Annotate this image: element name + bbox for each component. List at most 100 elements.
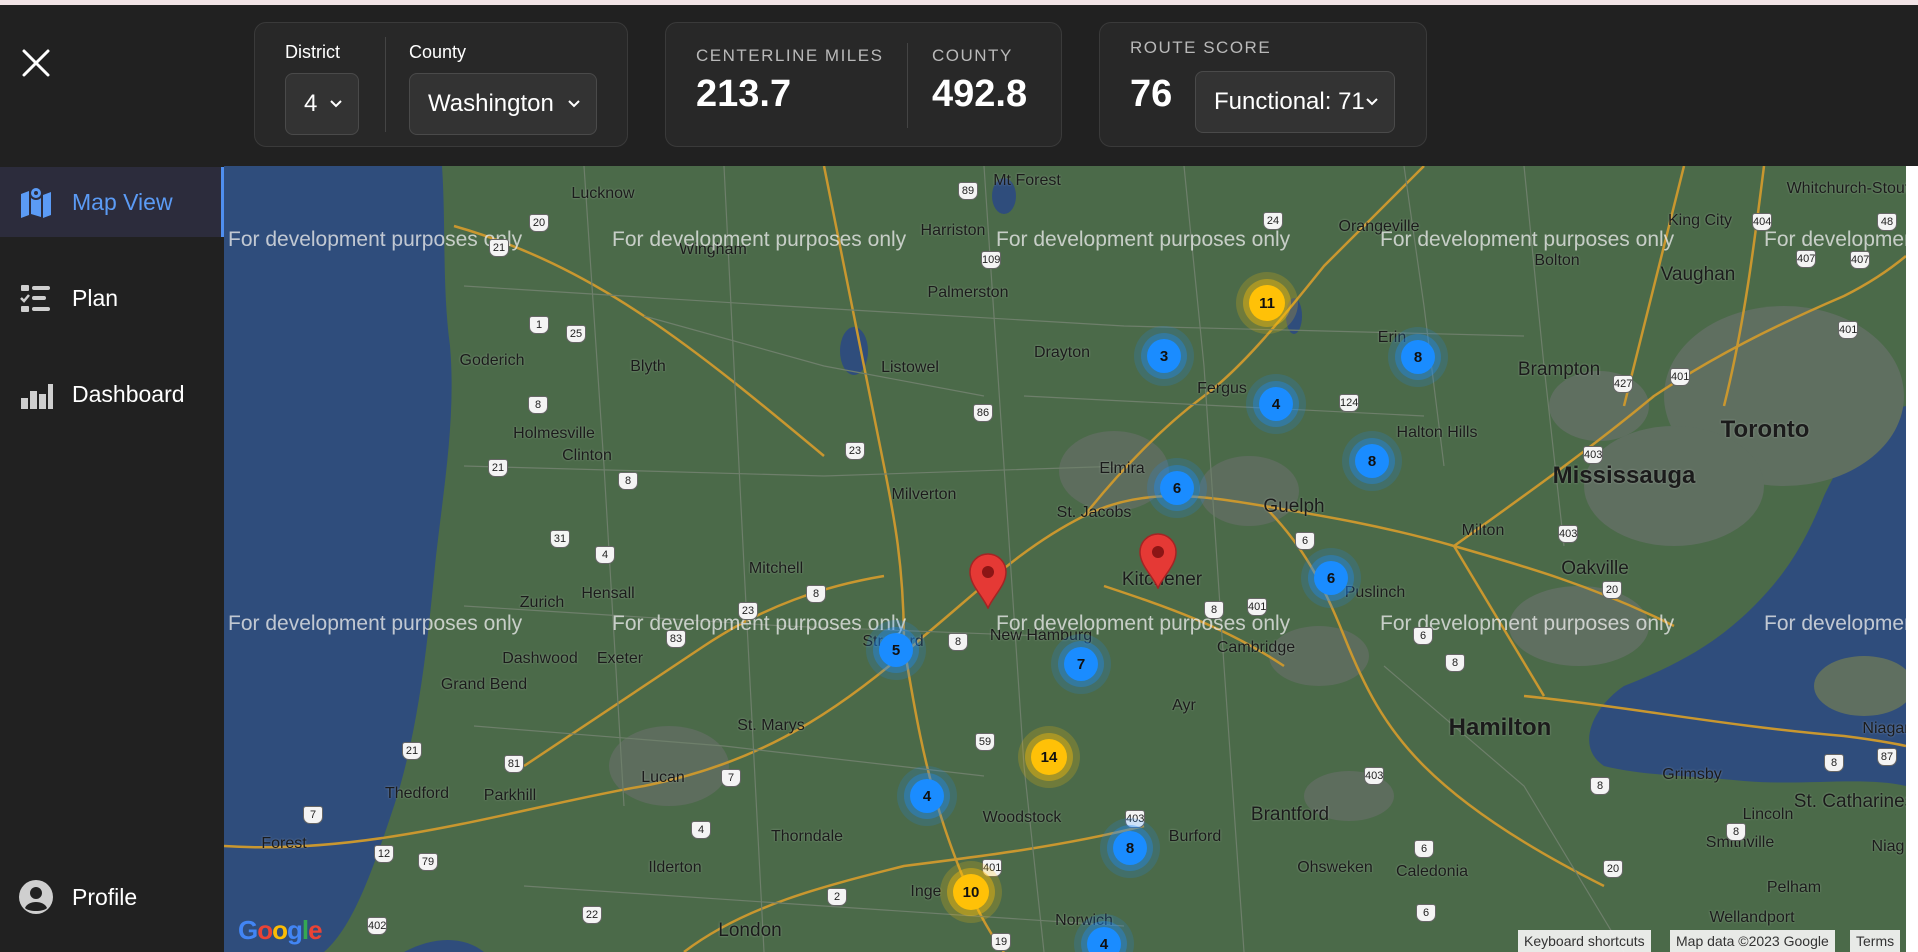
map-cluster[interactable]: 10 — [953, 874, 989, 910]
highway-shield: 20 — [529, 214, 549, 232]
chevron-down-icon — [1366, 98, 1378, 106]
sidebar-item-label: Plan — [72, 284, 119, 311]
highway-shield: 87 — [1877, 748, 1897, 766]
county-select[interactable]: Washington — [409, 73, 597, 135]
map-cluster[interactable]: 8 — [1113, 831, 1147, 865]
route-score-type-select[interactable]: Functional: 71 — [1195, 71, 1395, 133]
highway-shield: 23 — [738, 602, 758, 620]
page-scrollbar-track[interactable] — [1906, 166, 1918, 952]
highway-shield: 48 — [1877, 213, 1897, 231]
highway-shield: 19 — [991, 933, 1011, 951]
highway-shield: 25 — [566, 325, 586, 343]
district-select-value: 4 — [304, 90, 318, 117]
map-cluster[interactable]: 14 — [1031, 739, 1067, 775]
map-place-label: Mississauga — [1552, 462, 1696, 489]
highway-shield: 407 — [1850, 251, 1870, 269]
map-place-label: Mitchell — [748, 560, 804, 577]
highway-shield: 12 — [374, 845, 394, 863]
keyboard-shortcuts-link[interactable]: Keyboard shortcuts — [1518, 930, 1651, 952]
map-place-label: Exeter — [596, 650, 644, 667]
sidebar-item-plan[interactable]: Plan — [0, 263, 224, 333]
highway-shield: 403 — [1583, 446, 1603, 464]
highway-shield: 83 — [666, 630, 686, 648]
close-icon[interactable] — [18, 45, 54, 81]
map-place-label: Thorndale — [770, 828, 844, 845]
highway-shield: 6 — [1416, 904, 1436, 922]
highway-shield: 20 — [1603, 860, 1623, 878]
map-place-label: Zurich — [519, 594, 565, 611]
highway-shield: 22 — [582, 906, 602, 924]
highway-shield: 2 — [827, 888, 847, 906]
highway-shield: 7 — [303, 806, 323, 824]
route-score-label: ROUTE SCORE — [1130, 38, 1272, 57]
county-miles-label: COUNTY — [932, 46, 1013, 65]
highway-shield: 6 — [1295, 532, 1315, 550]
map-cluster[interactable]: 7 — [1064, 647, 1098, 681]
map-cluster[interactable]: 6 — [1160, 471, 1194, 505]
highway-shield: 124 — [1339, 394, 1359, 412]
highway-shield: 8 — [806, 585, 826, 603]
map-place-label: Fergus — [1197, 380, 1247, 397]
map-cluster[interactable]: 11 — [1249, 285, 1285, 321]
highway-shield: 8 — [948, 633, 968, 651]
sidebar-item-dashboard[interactable]: Dashboard — [0, 359, 224, 429]
map-place-label: Lincoln — [1742, 806, 1794, 823]
sidebar-item-profile[interactable]: Profile — [0, 862, 224, 932]
header: District 4 County Washington CENTERLINE … — [224, 5, 1918, 167]
map-cluster[interactable]: 6 — [1314, 561, 1348, 595]
map-icon — [21, 186, 51, 218]
map-place-label: Elmira — [1099, 460, 1145, 477]
map-cluster[interactable]: 5 — [879, 633, 913, 667]
filter-card: District 4 County Washington — [254, 22, 628, 147]
highway-shield: 8 — [1590, 777, 1610, 795]
map-place-label: Ayr — [1172, 697, 1196, 714]
map-cluster[interactable]: 8 — [1401, 340, 1435, 374]
sidebar-item-map-view[interactable]: Map View — [0, 167, 224, 237]
highway-shield: 59 — [975, 733, 995, 751]
location-pin-icon[interactable] — [968, 553, 1008, 609]
highway-shield: 404 — [1752, 213, 1772, 231]
highway-shield: 21 — [488, 459, 508, 477]
district-select[interactable]: 4 — [285, 73, 359, 135]
map-place-label: Dashwood — [502, 650, 578, 667]
county-miles-value: 492.8 — [932, 73, 1028, 115]
map-place-label: Lucan — [641, 769, 685, 786]
highway-shield: 6 — [1414, 840, 1434, 858]
map-place-label: Vaughan — [1660, 264, 1736, 285]
map-place-label: Clinton — [562, 447, 612, 464]
map-place-label: London — [718, 920, 782, 941]
terms-link[interactable]: Terms — [1850, 930, 1901, 952]
highway-shield: 20 — [1602, 581, 1622, 599]
map-place-label: Oakville — [1561, 558, 1629, 579]
county-label: County — [409, 42, 467, 62]
map-view[interactable]: Lucknow Mt Forest Harriston Orangeville … — [224, 166, 1906, 952]
map-place-label: Ohsweken — [1297, 859, 1373, 876]
map-place-label: Burford — [1168, 828, 1222, 845]
map-place-label: Bolton — [1534, 252, 1580, 269]
map-place-label: Mt Forest — [993, 172, 1061, 189]
highway-shield: 79 — [418, 853, 438, 871]
county-select-value: Washington — [428, 90, 554, 117]
map-place-label: Listowel — [881, 359, 939, 376]
highway-shield: 8 — [528, 396, 548, 414]
location-pin-icon[interactable] — [1138, 533, 1178, 589]
highway-shield: 427 — [1613, 375, 1633, 393]
map-place-label: Orangeville — [1338, 218, 1420, 235]
map-place-label: Caledonia — [1395, 863, 1469, 880]
map-cluster[interactable]: 8 — [1355, 444, 1389, 478]
map-cluster[interactable]: 4 — [1259, 387, 1293, 421]
highway-shield: 6 — [1413, 627, 1433, 645]
centerline-miles-value: 213.7 — [696, 73, 792, 115]
map-place-label: Toronto — [1720, 416, 1810, 443]
map-cluster[interactable]: 3 — [1147, 339, 1181, 373]
route-score-type-value: Functional: 71 — [1214, 88, 1365, 115]
map-base — [224, 166, 1906, 952]
highway-shield: 24 — [1263, 212, 1283, 230]
map-place-label: Wingham — [679, 241, 747, 258]
highway-shield: 89 — [958, 182, 978, 200]
map-data-attribution: Map data ©2023 Google — [1670, 930, 1835, 952]
map-cluster[interactable]: 4 — [910, 779, 944, 813]
route-score-value: 76 — [1130, 73, 1173, 115]
map-place-label: Cambridge — [1216, 639, 1296, 656]
highway-shield: 81 — [504, 755, 524, 773]
